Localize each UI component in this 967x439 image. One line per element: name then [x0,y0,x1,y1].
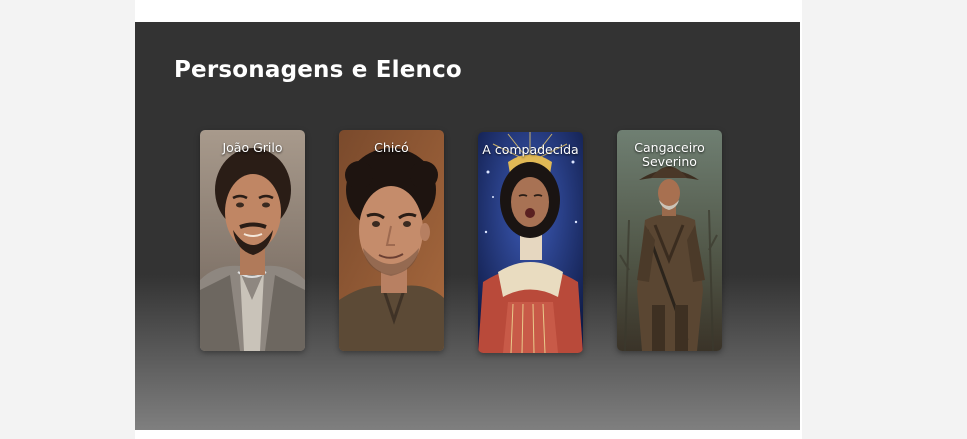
character-card-a-compadecida[interactable]: A compadecida [478,132,583,353]
character-name: Chicó [374,140,409,155]
section-title: Personagens e Elenco [174,57,462,83]
character-name: Cangaceiro Severino [634,140,705,169]
a-compadecida-portrait [478,132,583,353]
character-card-joao-grilo[interactable]: João Grilo [200,130,305,351]
character-name: João Grilo [222,140,283,155]
character-name: A compadecida [482,142,579,157]
character-card-cangaceiro-severino[interactable]: Cangaceiro Severino [617,130,722,351]
page: Personagens e Elenco João Grilo Chicó A … [0,0,967,439]
joao-grilo-portrait [200,130,305,351]
chico-portrait [339,130,444,351]
cast-section: Personagens e Elenco João Grilo Chicó A … [135,22,800,430]
character-card-chico[interactable]: Chicó [339,130,444,351]
